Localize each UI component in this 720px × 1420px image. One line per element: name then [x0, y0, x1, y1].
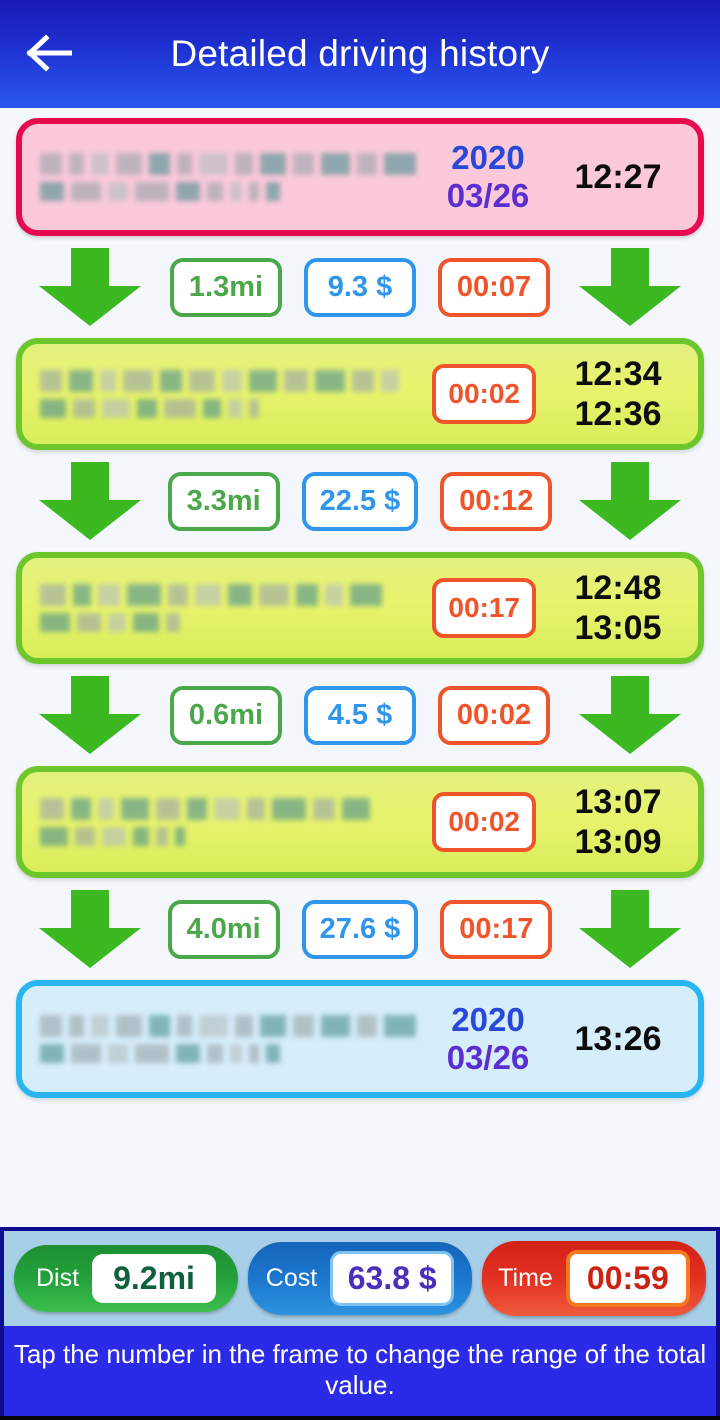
segment-row: 0.6mi 4.5 $ 00:02 — [0, 664, 720, 766]
address-line — [40, 182, 416, 201]
segment-distance-chip[interactable]: 1.3mi — [170, 257, 282, 317]
address-line — [40, 613, 426, 632]
address-line — [40, 1044, 416, 1063]
arrow-down-icon — [34, 248, 146, 326]
total-time-value[interactable]: 00:59 — [565, 1250, 690, 1307]
total-distance-label: Dist — [35, 1264, 80, 1292]
date-year: 2020 — [451, 1000, 525, 1038]
stop-times: 12:48 13:05 — [554, 568, 682, 648]
arrow-down-icon — [34, 676, 146, 754]
total-distance-button[interactable]: Dist 9.2mi — [14, 1245, 238, 1312]
trip-start-card[interactable]: 2020 03/26 12:27 — [16, 118, 704, 236]
stop-card[interactable]: 00:02 12:34 12:36 — [16, 338, 704, 450]
segment-metrics: 0.6mi 4.5 $ 00:02 — [152, 685, 568, 745]
stop-depart-time: 13:05 — [574, 609, 662, 647]
arrow-down-icon — [574, 890, 686, 968]
stop-arrive-time: 12:48 — [574, 568, 662, 607]
date-month-day: 03/26 — [446, 1039, 530, 1076]
total-cost-value[interactable]: 63.8 $ — [330, 1251, 455, 1306]
back-button[interactable] — [0, 0, 96, 108]
stop-depart-time: 13:09 — [574, 823, 662, 861]
arrow-down-icon — [574, 248, 686, 326]
address-line — [40, 153, 416, 175]
total-cost-label: Cost — [265, 1264, 318, 1292]
address-redacted — [40, 153, 422, 201]
segment-duration-chip[interactable]: 00:02 — [438, 685, 550, 745]
stop-times: 12:34 12:36 — [554, 354, 682, 434]
address-line — [40, 798, 426, 820]
total-cost-button[interactable]: Cost 63.8 $ — [248, 1242, 472, 1315]
stop-duration-badge[interactable]: 00:17 — [432, 578, 536, 638]
address-line — [40, 827, 426, 846]
totals-row: Dist 9.2mi Cost 63.8 $ Time 00:59 — [0, 1231, 720, 1326]
trip-end-time: 13:26 — [574, 1019, 662, 1058]
app-header: Detailed driving history — [0, 0, 720, 108]
segment-duration-chip[interactable]: 00:07 — [438, 257, 550, 317]
history-list[interactable]: 2020 03/26 12:27 1.3mi 9.3 $ 00:07 00:02… — [0, 108, 720, 1227]
trip-end-card[interactable]: 2020 03/26 13:26 — [16, 980, 704, 1098]
total-distance-value[interactable]: 9.2mi — [92, 1254, 217, 1303]
address-redacted — [40, 370, 432, 418]
stop-arrive-time: 12:34 — [574, 354, 662, 393]
address-line — [40, 1015, 416, 1037]
screen-root: Detailed driving history 2020 03/26 12:2… — [0, 0, 720, 1420]
segment-duration-chip[interactable]: 00:17 — [440, 899, 553, 959]
stop-card[interactable]: 00:17 12:48 13:05 — [16, 552, 704, 664]
segment-distance-chip[interactable]: 4.0mi — [167, 899, 280, 959]
segment-duration-chip[interactable]: 00:12 — [440, 471, 553, 531]
total-time-label: Time — [498, 1264, 553, 1292]
address-line — [40, 399, 426, 418]
arrow-down-icon — [34, 890, 146, 968]
segment-cost-chip[interactable]: 4.5 $ — [304, 685, 416, 745]
arrow-down-icon — [34, 462, 146, 540]
segment-cost-chip[interactable]: 22.5 $ — [301, 471, 419, 531]
stop-card[interactable]: 00:02 13:07 13:09 — [16, 766, 704, 878]
address-redacted — [40, 798, 432, 846]
arrow-down-icon — [574, 462, 686, 540]
segment-row: 1.3mi 9.3 $ 00:07 — [0, 236, 720, 338]
trip-end-date: 2020 03/26 — [422, 1001, 554, 1078]
arrow-down-icon — [574, 676, 686, 754]
total-time-button[interactable]: Time 00:59 — [482, 1241, 706, 1316]
trip-start-date: 2020 03/26 — [422, 139, 554, 216]
summary-bar: Dist 9.2mi Cost 63.8 $ Time 00:59 Tap th… — [0, 1227, 720, 1420]
stop-depart-time: 12:36 — [574, 395, 662, 433]
date-year: 2020 — [451, 138, 525, 176]
hint-text: Tap the number in the frame to change th… — [0, 1326, 720, 1416]
segment-cost-chip[interactable]: 9.3 $ — [304, 257, 416, 317]
date-month-day: 03/26 — [446, 177, 530, 214]
segment-distance-chip[interactable]: 0.6mi — [170, 685, 282, 745]
trip-start-time: 12:27 — [574, 157, 662, 196]
page-title: Detailed driving history — [170, 33, 550, 74]
segment-row: 4.0mi 27.6 $ 00:17 — [0, 878, 720, 980]
stop-duration-badge[interactable]: 00:02 — [432, 792, 536, 852]
address-redacted — [40, 1015, 422, 1063]
arrow-left-icon — [24, 33, 73, 76]
segment-row: 3.3mi 22.5 $ 00:12 — [0, 450, 720, 552]
stop-duration-badge[interactable]: 00:02 — [432, 364, 536, 424]
segment-metrics: 3.3mi 22.5 $ 00:12 — [152, 471, 568, 531]
segment-metrics: 4.0mi 27.6 $ 00:17 — [152, 899, 568, 959]
stop-times: 13:07 13:09 — [554, 782, 682, 862]
address-redacted — [40, 584, 432, 632]
stop-arrive-time: 13:07 — [574, 782, 662, 821]
segment-metrics: 1.3mi 9.3 $ 00:07 — [152, 257, 568, 317]
segment-cost-chip[interactable]: 27.6 $ — [301, 899, 419, 959]
address-line — [40, 370, 426, 392]
segment-distance-chip[interactable]: 3.3mi — [167, 471, 280, 531]
address-line — [40, 584, 426, 606]
